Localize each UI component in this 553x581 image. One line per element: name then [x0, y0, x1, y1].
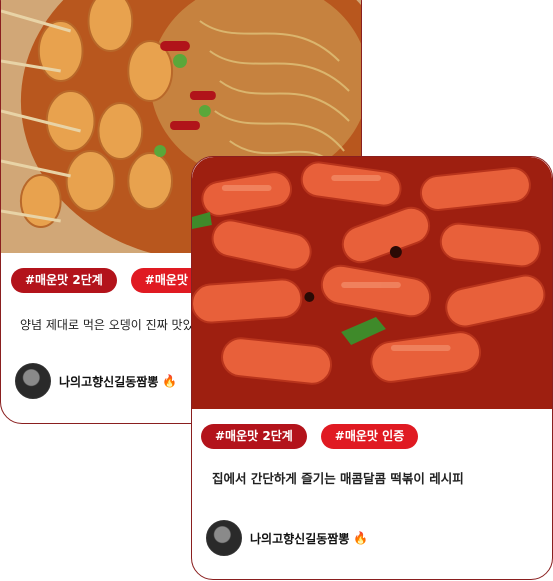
fire-icon: 🔥	[353, 531, 369, 545]
tag-spicy-level[interactable]: #매운맛 2단계	[201, 424, 307, 449]
fire-icon: 🔥	[162, 374, 178, 388]
author[interactable]: 나의고향신길동짬뽕 🔥	[15, 363, 177, 399]
tag-spicy-level[interactable]: #매운맛 2단계	[11, 268, 117, 293]
avatar	[15, 363, 51, 399]
author[interactable]: 나의고향신길동짬뽕 🔥	[206, 520, 368, 556]
tteokbokki-photo	[192, 157, 552, 409]
tag-spicy-certified[interactable]: #매운맛 인증	[320, 424, 419, 449]
tag-list: #매운맛 2단계 #매운맛 인증	[201, 424, 419, 449]
author-name: 나의고향신길동짬뽕	[250, 531, 350, 546]
card-description: 집에서 간단하게 즐기는 매콤달콤 떡볶이 레시피	[212, 471, 464, 486]
avatar	[206, 520, 242, 556]
author-name: 나의고향신길동짬뽕	[59, 374, 159, 389]
recipe-card-tteokbokki[interactable]: #매운맛 2단계 #매운맛 인증 집에서 간단하게 즐기는 매콤달콤 떡볶이 레…	[191, 156, 553, 580]
